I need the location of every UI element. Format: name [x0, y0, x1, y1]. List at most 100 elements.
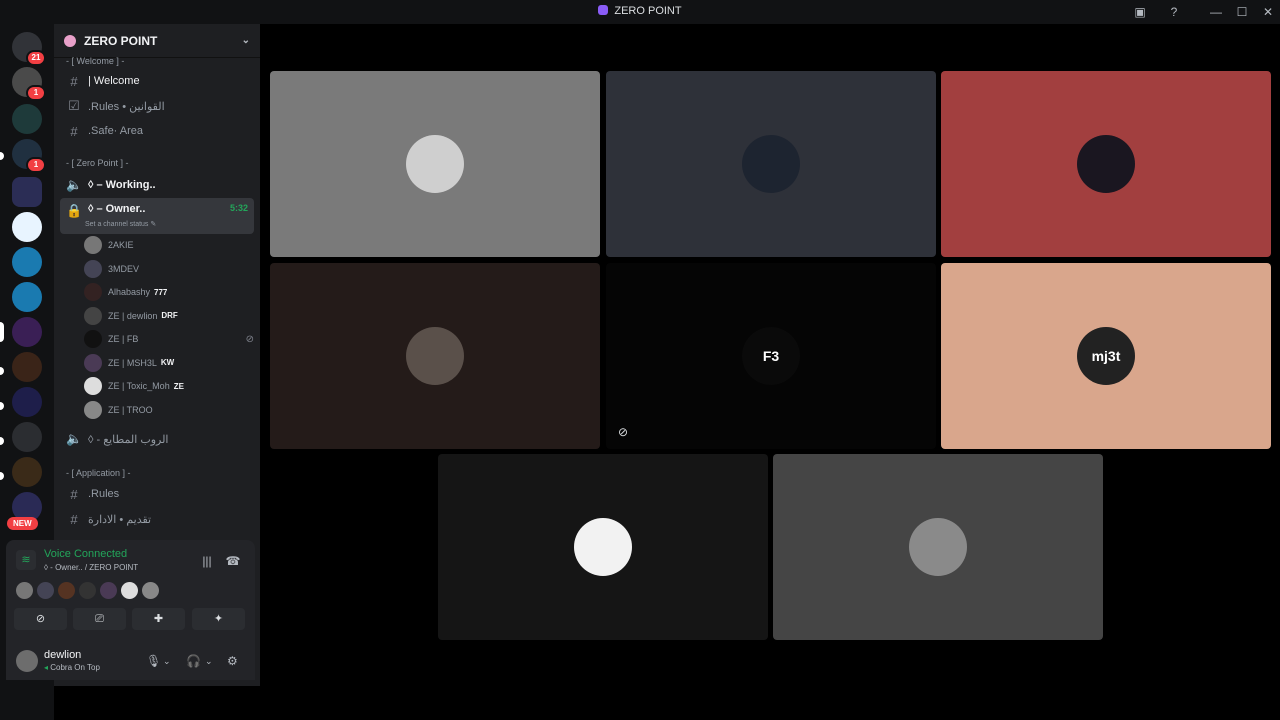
- participant-avatar: [742, 135, 800, 193]
- server-icon-server-3[interactable]: [12, 104, 42, 134]
- channel-rules[interactable]: ☑ .Rules • القوانين: [60, 94, 254, 118]
- server-icon-server-v[interactable]: [12, 387, 42, 417]
- channel-working[interactable]: 🔈 ◊ – Working..: [60, 173, 254, 197]
- video-tile[interactable]: [438, 454, 768, 640]
- video-tile[interactable]: [941, 71, 1271, 257]
- server-header[interactable]: ZERO POINT ⌄: [54, 24, 260, 58]
- help-icon[interactable]: ?: [1166, 4, 1182, 20]
- participant-avatar: [406, 135, 464, 193]
- server-icon-server-orange2[interactable]: [12, 422, 42, 452]
- channel-welcome[interactable]: # | Welcome: [60, 69, 254, 93]
- voice-user[interactable]: ZE | MSH3L KW: [84, 352, 254, 374]
- channel-label: .Safe· Area: [88, 125, 144, 137]
- server-icon-discord-home[interactable]: 21: [12, 32, 46, 66]
- noise-suppression-icon[interactable]: |||: [198, 554, 216, 570]
- server-icon-folder[interactable]: [12, 177, 42, 207]
- participant-avatar: F3: [742, 327, 800, 385]
- maximize-button[interactable]: ☐: [1234, 4, 1250, 20]
- channel-app-apply[interactable]: # تقديم • الادارة: [60, 507, 254, 531]
- avatar[interactable]: [16, 650, 38, 672]
- video-tile[interactable]: F3 ⊘: [606, 263, 936, 449]
- voice-user-name: Alhabashy: [108, 287, 151, 297]
- user-status: ◂ Cobra On Top: [44, 663, 100, 672]
- participant-avatar[interactable]: [100, 582, 117, 599]
- channel-safe-area[interactable]: # .Safe· Area: [60, 119, 254, 143]
- voice-user-name: 3MDEV: [108, 263, 140, 274]
- server-icon-server-2[interactable]: 1: [12, 67, 46, 101]
- participant-avatar[interactable]: [16, 582, 33, 599]
- video-tile[interactable]: [606, 71, 936, 257]
- participant-avatar[interactable]: [37, 582, 54, 599]
- voice-connected-subtitle[interactable]: ◊ - Owner.. / ZERO POINT: [44, 563, 138, 572]
- server-icon-server-brown[interactable]: [12, 457, 42, 487]
- voice-user-name: ZE | Toxic_Moh: [108, 381, 170, 391]
- voice-user[interactable]: ZE | FB ⊘: [84, 328, 254, 350]
- voice-user[interactable]: Alhabashy 777: [84, 281, 254, 303]
- speaker-icon: 🔈: [66, 431, 83, 446]
- voice-user[interactable]: ZE | Toxic_Moh ZE: [84, 375, 254, 397]
- mention-badge: 1: [26, 157, 46, 173]
- voice-user[interactable]: ZE | dewlion DRF: [84, 305, 254, 327]
- minimize-button[interactable]: —: [1208, 4, 1224, 20]
- call-timer: 5:32: [229, 203, 248, 213]
- screen-share-button[interactable]: ⎚: [73, 608, 126, 630]
- username[interactable]: dewlion: [44, 649, 81, 661]
- server-icon-server-tcv[interactable]: [12, 282, 42, 312]
- lock-icon: 🔒: [66, 203, 83, 218]
- hash-icon: #: [70, 486, 78, 502]
- voice-user-name: ZE | dewlion: [108, 310, 158, 321]
- participant-avatar[interactable]: [121, 582, 138, 599]
- voice-user[interactable]: ZE | TROO: [84, 399, 254, 421]
- soundboard-button[interactable]: ✦: [192, 608, 245, 630]
- participant-avatar: [909, 518, 967, 576]
- category-application[interactable]: - [ Application ] -: [66, 468, 131, 478]
- signal-icon[interactable]: ≋: [16, 550, 36, 570]
- server-icon-server-purple[interactable]: [12, 317, 42, 347]
- chevron-down-icon[interactable]: ⌄: [163, 656, 171, 667]
- server-icon-server-orange[interactable]: [12, 352, 42, 382]
- chevron-down-icon[interactable]: ⌄: [205, 656, 213, 667]
- voice-user[interactable]: 3MDEV: [84, 258, 254, 280]
- participant-avatar[interactable]: [142, 582, 159, 599]
- mention-badge: 1: [26, 85, 46, 101]
- video-tile[interactable]: [773, 454, 1103, 640]
- server-icon-server-tc[interactable]: [12, 247, 42, 277]
- video-tile[interactable]: mj3t: [941, 263, 1271, 449]
- camera-button[interactable]: ⊘: [14, 608, 67, 630]
- unread-pip: [0, 367, 4, 375]
- channel-arabic-voice[interactable]: 🔈 ◊ - الروب المطايع: [60, 427, 254, 451]
- participant-avatar[interactable]: [58, 582, 75, 599]
- category-zero-point[interactable]: - [ Zero Point ] -: [66, 158, 129, 168]
- inbox-icon[interactable]: ▣: [1132, 4, 1148, 20]
- avatar: [84, 400, 102, 419]
- avatar: [84, 236, 102, 254]
- gear-icon[interactable]: ⚙: [227, 654, 238, 668]
- video-tile[interactable]: [270, 71, 600, 257]
- disconnect-icon[interactable]: ☎: [224, 554, 242, 570]
- voice-user-name: ZE | MSH3L: [108, 357, 157, 368]
- video-tile[interactable]: [270, 263, 600, 449]
- window-title-text: ZERO POINT: [614, 5, 682, 17]
- voice-user[interactable]: 2AKIE: [84, 234, 254, 256]
- hash-icon: #: [70, 73, 78, 89]
- server-icon-server-4[interactable]: 1: [12, 139, 46, 173]
- channel-owner[interactable]: 🔒 ◊ – Owner.. 5:32: [60, 198, 254, 234]
- title-bar: ZERO POINT ▣ ? — ☐ ✕: [0, 0, 1280, 24]
- window-title: ZERO POINT: [0, 5, 1280, 17]
- category-welcome[interactable]: - [ Welcome ] -: [66, 56, 124, 66]
- avatar: [84, 330, 102, 348]
- role-tag: DRF: [161, 311, 178, 320]
- headphones-icon[interactable]: 🎧: [186, 654, 201, 668]
- close-button[interactable]: ✕: [1260, 4, 1276, 20]
- channel-label: | Welcome: [88, 75, 140, 87]
- unread-pip: [0, 472, 4, 480]
- microphone-icon[interactable]: 🎙: [146, 654, 161, 668]
- channel-label: ◊ – Working..: [88, 179, 156, 191]
- channel-status-hint[interactable]: Set a channel status ✎: [85, 220, 156, 228]
- activities-button[interactable]: ✚: [132, 608, 185, 630]
- server-icon-server-crown[interactable]: [12, 212, 42, 242]
- role-tag: ZE: [173, 381, 184, 391]
- checkbox-icon: ☑: [68, 98, 80, 113]
- participant-avatar[interactable]: [79, 582, 96, 599]
- channel-app-rules[interactable]: # .Rules: [60, 482, 254, 506]
